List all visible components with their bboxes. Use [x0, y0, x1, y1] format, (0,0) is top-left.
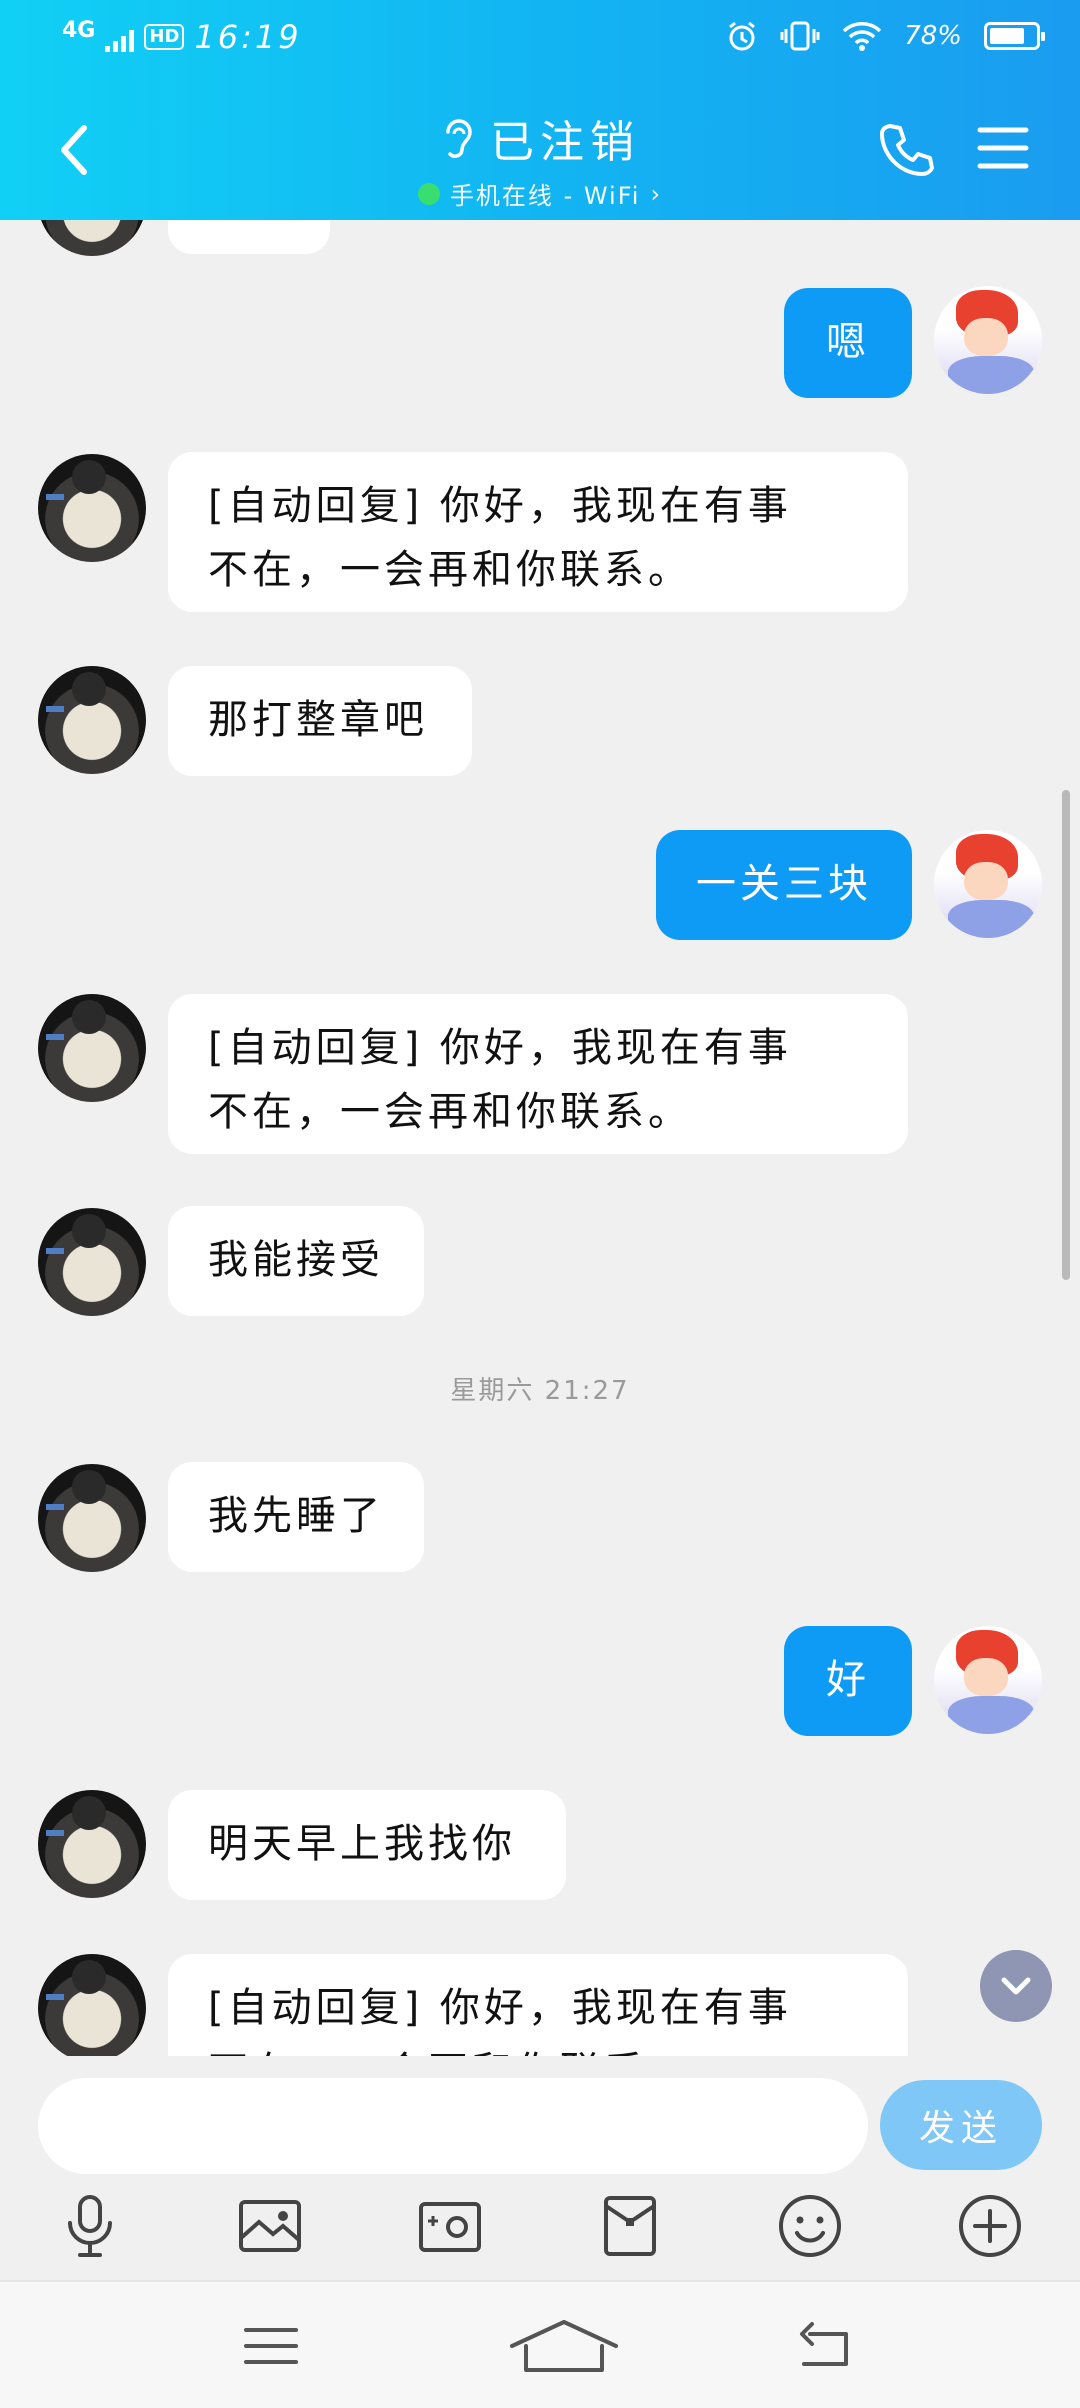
message-bubble-other[interactable]: 我先睡了	[168, 1462, 424, 1572]
avatar-self[interactable]	[934, 286, 1042, 394]
chat-message-list[interactable]: 嗯 [自动回复] 你好，我现在有事 不在，一会再和你联系。 那打整章吧 一关三块…	[0, 220, 1080, 2056]
camera-icon	[419, 2202, 481, 2252]
battery-icon	[984, 22, 1045, 50]
message-bubble-other[interactable]: [自动回复] 你好，我现在有事 不在，一会再和你联系。	[168, 452, 908, 612]
camera-button[interactable]	[410, 2186, 490, 2266]
message-input[interactable]	[38, 2078, 868, 2174]
scroll-to-bottom-button[interactable]	[980, 1950, 1052, 2022]
message-bubble-partial[interactable]	[168, 220, 330, 254]
red-packet-icon	[604, 2196, 656, 2256]
message-timestamp: 星期六 21:27	[450, 1376, 630, 1406]
avatar[interactable]	[38, 220, 146, 256]
red-packet-button[interactable]	[590, 2186, 670, 2266]
avatar[interactable]	[38, 666, 146, 774]
voice-button[interactable]	[50, 2186, 130, 2266]
battery-percent: 78%	[904, 21, 962, 51]
image-button[interactable]	[230, 2186, 310, 2266]
menu-icon[interactable]	[236, 2316, 306, 2376]
emoji-icon	[779, 2195, 841, 2257]
avatar[interactable]	[38, 1954, 146, 2056]
status-bar: 4G HD 16:19 78%	[0, 0, 1080, 78]
online-status-text: 手机在线 - WiFi	[449, 182, 641, 210]
chevron-down-icon	[1001, 1977, 1031, 1995]
contact-info[interactable]: 已注销 手机在线 - WiFi ›	[340, 106, 740, 211]
message-bubble-other[interactable]: 明天早上我找你	[168, 1790, 566, 1900]
message-bubble-self[interactable]: 好	[784, 1626, 912, 1736]
avatar[interactable]	[38, 1464, 146, 1572]
alarm-icon	[729, 21, 756, 51]
chat-header: 4G HD 16:19 78% 已注销 手机在线 - WiFi ›	[0, 0, 1080, 220]
ear-icon	[446, 119, 472, 158]
scrollbar[interactable]	[1062, 790, 1070, 1280]
input-area: 发送	[0, 2056, 1080, 2280]
message-bubble-other[interactable]: [自动回复] 你好，我现在有事 不在，一会再和你联系。	[168, 994, 908, 1154]
system-nav-bar	[0, 2280, 1080, 2408]
send-button[interactable]: 发送	[880, 2080, 1042, 2170]
avatar[interactable]	[38, 1790, 146, 1898]
home-icon[interactable]	[504, 2316, 624, 2376]
more-button[interactable]	[950, 2186, 1030, 2266]
plus-icon	[959, 2195, 1021, 2257]
image-icon	[239, 2200, 301, 2252]
message-bubble-self[interactable]: 一关三块	[656, 830, 912, 940]
phone-icon[interactable]	[876, 120, 936, 180]
back-icon[interactable]	[790, 2316, 860, 2376]
wifi-icon	[842, 22, 882, 51]
network-type: 4G	[62, 18, 96, 43]
menu-icon[interactable]	[976, 124, 1030, 172]
online-dot	[417, 182, 440, 205]
avatar[interactable]	[38, 454, 146, 562]
microphone-icon	[68, 2195, 112, 2257]
avatar-self[interactable]	[934, 830, 1042, 938]
avatar-self[interactable]	[934, 1626, 1042, 1734]
emoji-button[interactable]	[770, 2186, 850, 2266]
message-bubble-other[interactable]: 我能接受	[168, 1206, 424, 1316]
signal-icon	[105, 30, 135, 52]
message-bubble-other[interactable]: [自动回复] 你好，我现在有事 不在，一会再和你联系。	[168, 1954, 908, 2056]
contact-title: 已注销	[440, 106, 640, 170]
contact-name: 已注销	[490, 117, 640, 168]
vibrate-icon	[780, 21, 820, 51]
avatar[interactable]	[38, 994, 146, 1102]
hd-badge: HD	[144, 24, 185, 50]
message-bubble-self[interactable]: 嗯	[784, 288, 912, 398]
clock: 16:19	[194, 18, 302, 56]
status-arrow: ›	[650, 179, 663, 208]
online-status: 手机在线 - WiFi ›	[417, 176, 663, 211]
avatar[interactable]	[38, 1208, 146, 1316]
message-bubble-other[interactable]: 那打整章吧	[168, 666, 472, 776]
chevron-left-icon[interactable]	[52, 120, 96, 180]
